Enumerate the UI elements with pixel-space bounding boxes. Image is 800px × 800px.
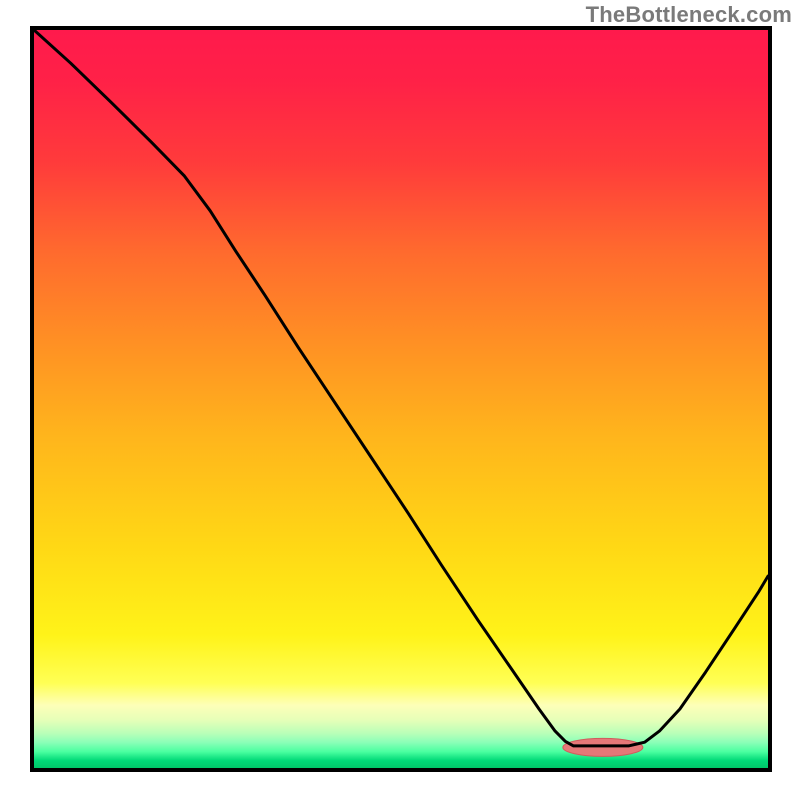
chart-container: TheBottleneck.com bbox=[0, 0, 800, 800]
gradient-background bbox=[34, 30, 768, 768]
bottleneck-chart bbox=[0, 0, 800, 800]
